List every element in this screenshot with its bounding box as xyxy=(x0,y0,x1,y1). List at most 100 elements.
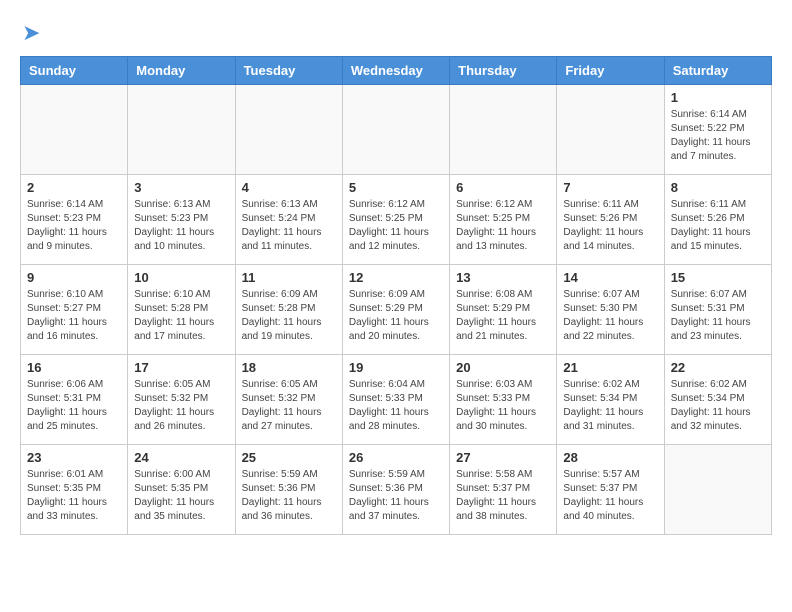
day-number: 3 xyxy=(134,180,228,195)
day-number: 20 xyxy=(456,360,550,375)
calendar-cell: 17 Sunrise: 6:05 AM Sunset: 5:32 PM Dayli… xyxy=(128,355,235,445)
day-number: 19 xyxy=(349,360,443,375)
day-number: 15 xyxy=(671,270,765,285)
day-number: 5 xyxy=(349,180,443,195)
day-info: Sunrise: 6:14 AM Sunset: 5:22 PM Dayligh… xyxy=(671,108,765,164)
day-info: Sunrise: 6:14 AM Sunset: 5:23 PM Dayligh… xyxy=(27,198,121,254)
day-info: Sunrise: 6:01 AM Sunset: 5:35 PM Dayligh… xyxy=(27,468,121,524)
day-number: 6 xyxy=(456,180,550,195)
day-number: 1 xyxy=(671,90,765,105)
header-day-wednesday: Wednesday xyxy=(342,57,449,85)
calendar-cell: 2 Sunrise: 6:14 AM Sunset: 5:23 PM Daylig… xyxy=(21,175,128,265)
day-number: 4 xyxy=(242,180,336,195)
day-info: Sunrise: 6:11 AM Sunset: 5:26 PM Dayligh… xyxy=(671,198,765,254)
day-number: 8 xyxy=(671,180,765,195)
week-row-2: 2 Sunrise: 6:14 AM Sunset: 5:23 PM Daylig… xyxy=(21,175,772,265)
calendar-cell: 6 Sunrise: 6:12 AM Sunset: 5:25 PM Daylig… xyxy=(450,175,557,265)
calendar-cell xyxy=(21,85,128,175)
day-number: 24 xyxy=(134,450,228,465)
day-info: Sunrise: 5:59 AM Sunset: 5:36 PM Dayligh… xyxy=(349,468,443,524)
day-info: Sunrise: 6:04 AM Sunset: 5:33 PM Dayligh… xyxy=(349,378,443,434)
day-number: 21 xyxy=(563,360,657,375)
calendar-cell: 13Sunrise: 6:08 AM Sunset: 5:29 PM Dayli… xyxy=(450,265,557,355)
calendar-cell: 15Sunrise: 6:07 AM Sunset: 5:31 PM Dayli… xyxy=(664,265,771,355)
day-number: 17 xyxy=(134,360,228,375)
calendar-cell: 8 Sunrise: 6:11 AM Sunset: 5:26 PM Daylig… xyxy=(664,175,771,265)
calendar-cell: 9 Sunrise: 6:10 AM Sunset: 5:27 PM Daylig… xyxy=(21,265,128,355)
header-day-saturday: Saturday xyxy=(664,57,771,85)
day-info: Sunrise: 6:06 AM Sunset: 5:31 PM Dayligh… xyxy=(27,378,121,434)
calendar-cell xyxy=(450,85,557,175)
day-number: 10 xyxy=(134,270,228,285)
header-day-tuesday: Tuesday xyxy=(235,57,342,85)
calendar-cell: 11 Sunrise: 6:09 AM Sunset: 5:28 PM Dayli… xyxy=(235,265,342,355)
day-info: Sunrise: 6:00 AM Sunset: 5:35 PM Dayligh… xyxy=(134,468,228,524)
day-number: 26 xyxy=(349,450,443,465)
calendar-cell: 21 Sunrise: 6:02 AM Sunset: 5:34 PM Dayli… xyxy=(557,355,664,445)
calendar-cell: 10 Sunrise: 6:10 AM Sunset: 5:28 PM Dayli… xyxy=(128,265,235,355)
calendar-cell: 27 Sunrise: 5:58 AM Sunset: 5:37 PM Dayli… xyxy=(450,445,557,535)
day-info: Sunrise: 6:13 AM Sunset: 5:24 PM Dayligh… xyxy=(242,198,336,254)
logo-bird-icon: ➤ xyxy=(22,20,40,46)
day-info: Sunrise: 6:10 AM Sunset: 5:27 PM Dayligh… xyxy=(27,288,121,344)
day-number: 2 xyxy=(27,180,121,195)
calendar-cell: 7 Sunrise: 6:11 AM Sunset: 5:26 PM Daylig… xyxy=(557,175,664,265)
day-number: 25 xyxy=(242,450,336,465)
calendar-cell: 20Sunrise: 6:03 AM Sunset: 5:33 PM Dayli… xyxy=(450,355,557,445)
calendar-cell: 26 Sunrise: 5:59 AM Sunset: 5:36 PM Dayli… xyxy=(342,445,449,535)
calendar-cell: 19 Sunrise: 6:04 AM Sunset: 5:33 PM Dayli… xyxy=(342,355,449,445)
day-number: 14 xyxy=(563,270,657,285)
day-info: Sunrise: 5:59 AM Sunset: 5:36 PM Dayligh… xyxy=(242,468,336,524)
calendar-cell: 28 Sunrise: 5:57 AM Sunset: 5:37 PM Dayli… xyxy=(557,445,664,535)
calendar-cell: 16 Sunrise: 6:06 AM Sunset: 5:31 PM Dayli… xyxy=(21,355,128,445)
day-number: 23 xyxy=(27,450,121,465)
day-info: Sunrise: 6:02 AM Sunset: 5:34 PM Dayligh… xyxy=(563,378,657,434)
calendar-cell: 4 Sunrise: 6:13 AM Sunset: 5:24 PM Daylig… xyxy=(235,175,342,265)
day-number: 18 xyxy=(242,360,336,375)
day-number: 9 xyxy=(27,270,121,285)
day-info: Sunrise: 6:12 AM Sunset: 5:25 PM Dayligh… xyxy=(349,198,443,254)
header: ➤ xyxy=(20,20,772,46)
calendar-cell: 24 Sunrise: 6:00 AM Sunset: 5:35 PM Dayli… xyxy=(128,445,235,535)
header-day-sunday: Sunday xyxy=(21,57,128,85)
day-number: 16 xyxy=(27,360,121,375)
day-info: Sunrise: 6:11 AM Sunset: 5:26 PM Dayligh… xyxy=(563,198,657,254)
day-number: 7 xyxy=(563,180,657,195)
day-info: Sunrise: 5:57 AM Sunset: 5:37 PM Dayligh… xyxy=(563,468,657,524)
week-row-4: 16 Sunrise: 6:06 AM Sunset: 5:31 PM Dayli… xyxy=(21,355,772,445)
calendar-cell: 18 Sunrise: 6:05 AM Sunset: 5:32 PM Dayli… xyxy=(235,355,342,445)
calendar-cell: 25 Sunrise: 5:59 AM Sunset: 5:36 PM Dayli… xyxy=(235,445,342,535)
week-row-3: 9 Sunrise: 6:10 AM Sunset: 5:27 PM Daylig… xyxy=(21,265,772,355)
day-info: Sunrise: 6:12 AM Sunset: 5:25 PM Dayligh… xyxy=(456,198,550,254)
calendar-cell xyxy=(664,445,771,535)
calendar-cell xyxy=(235,85,342,175)
day-number: 11 xyxy=(242,270,336,285)
day-info: Sunrise: 6:02 AM Sunset: 5:34 PM Dayligh… xyxy=(671,378,765,434)
day-number: 27 xyxy=(456,450,550,465)
calendar-table: SundayMondayTuesdayWednesdayThursdayFrid… xyxy=(20,56,772,535)
calendar-cell: 1 Sunrise: 6:14 AM Sunset: 5:22 PM Daylig… xyxy=(664,85,771,175)
calendar-cell: 22Sunrise: 6:02 AM Sunset: 5:34 PM Dayli… xyxy=(664,355,771,445)
calendar-cell: 5 Sunrise: 6:12 AM Sunset: 5:25 PM Daylig… xyxy=(342,175,449,265)
header-day-thursday: Thursday xyxy=(450,57,557,85)
day-info: Sunrise: 6:05 AM Sunset: 5:32 PM Dayligh… xyxy=(134,378,228,434)
day-info: Sunrise: 5:58 AM Sunset: 5:37 PM Dayligh… xyxy=(456,468,550,524)
day-info: Sunrise: 6:08 AM Sunset: 5:29 PM Dayligh… xyxy=(456,288,550,344)
day-info: Sunrise: 6:07 AM Sunset: 5:30 PM Dayligh… xyxy=(563,288,657,344)
calendar-cell xyxy=(342,85,449,175)
day-info: Sunrise: 6:05 AM Sunset: 5:32 PM Dayligh… xyxy=(242,378,336,434)
calendar-cell xyxy=(128,85,235,175)
calendar-cell xyxy=(557,85,664,175)
day-info: Sunrise: 6:09 AM Sunset: 5:28 PM Dayligh… xyxy=(242,288,336,344)
calendar-cell: 23 Sunrise: 6:01 AM Sunset: 5:35 PM Dayli… xyxy=(21,445,128,535)
logo: ➤ xyxy=(20,20,40,46)
calendar-cell: 14 Sunrise: 6:07 AM Sunset: 5:30 PM Dayli… xyxy=(557,265,664,355)
day-number: 12 xyxy=(349,270,443,285)
calendar-cell: 3Sunrise: 6:13 AM Sunset: 5:23 PM Daylig… xyxy=(128,175,235,265)
calendar-cell: 12Sunrise: 6:09 AM Sunset: 5:29 PM Dayli… xyxy=(342,265,449,355)
week-row-5: 23 Sunrise: 6:01 AM Sunset: 5:35 PM Dayli… xyxy=(21,445,772,535)
header-row: SundayMondayTuesdayWednesdayThursdayFrid… xyxy=(21,57,772,85)
week-row-1: 1 Sunrise: 6:14 AM Sunset: 5:22 PM Daylig… xyxy=(21,85,772,175)
day-info: Sunrise: 6:10 AM Sunset: 5:28 PM Dayligh… xyxy=(134,288,228,344)
day-number: 28 xyxy=(563,450,657,465)
